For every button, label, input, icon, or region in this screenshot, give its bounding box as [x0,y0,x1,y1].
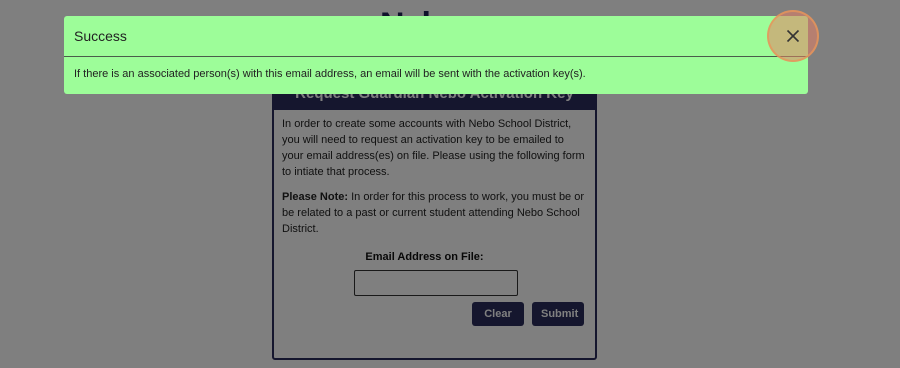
modal-message: If there is an associated person(s) with… [74,68,586,80]
page: Nebo Request Guardian Nebo Activation Ke… [0,0,900,368]
close-button[interactable] [767,10,819,62]
close-icon [786,29,800,43]
modal-header: Success [64,16,808,57]
modal-title: Success [74,28,127,44]
success-modal: Success If there is an associated person… [64,16,808,94]
